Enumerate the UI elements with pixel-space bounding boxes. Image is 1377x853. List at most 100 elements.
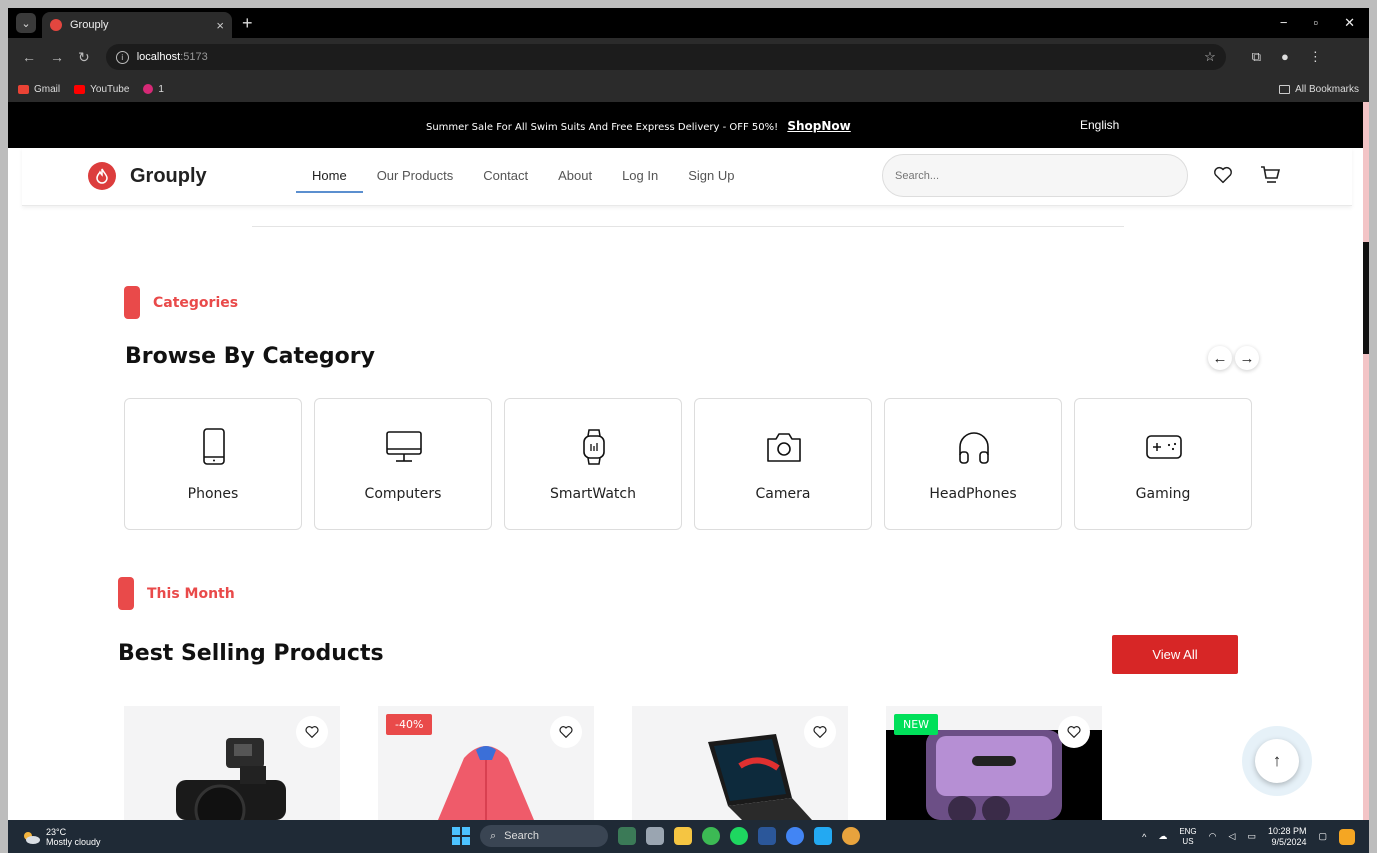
category-phones[interactable]: Phones <box>124 398 302 530</box>
promo-topbar: Summer Sale For All Swim Suits And Free … <box>8 102 1363 148</box>
system-tray: ^ ☁ ENG US ◠ ◁ ▭ 10:28 PM 9/5/2024 ▢ <box>1142 826 1369 848</box>
weather-widget[interactable]: 23°C Mostly cloudy <box>22 827 101 847</box>
page-viewport: Summer Sale For All Swim Suits And Free … <box>8 102 1369 820</box>
main-nav: Home Our Products Contact About Log In S… <box>296 168 764 193</box>
smartwatch-icon <box>583 429 605 465</box>
word-icon[interactable] <box>758 827 776 845</box>
taskbar-clock[interactable]: 10:28 PM 9/5/2024 <box>1268 826 1307 848</box>
product-card-iphone[interactable]: NEW <box>886 706 1102 820</box>
onedrive-icon[interactable]: ☁ <box>1158 831 1167 842</box>
restore-icon[interactable]: ▫ <box>1313 15 1318 31</box>
promo-banner: Summer Sale For All Swim Suits And Free … <box>426 119 851 133</box>
input-language[interactable]: ENG US <box>1179 827 1196 847</box>
browser-tab[interactable]: Grouply × <box>42 12 232 38</box>
language-selector[interactable]: English <box>1080 118 1119 132</box>
battery-icon[interactable]: ▭ <box>1247 831 1256 842</box>
bookmarks-bar: Gmail YouTube 1 All Bookmarks <box>8 76 1369 102</box>
widget-app-icon[interactable] <box>618 827 636 845</box>
vscode-icon[interactable] <box>814 827 832 845</box>
wifi-icon[interactable]: ◠ <box>1209 831 1217 842</box>
nav-sign-up[interactable]: Sign Up <box>688 168 734 183</box>
file-explorer-icon[interactable] <box>674 827 692 845</box>
tag-bar <box>124 286 140 319</box>
category-list: Phones Computers SmartWatch Camera HeadP… <box>124 398 1252 530</box>
promo-text: Summer Sale For All Swim Suits And Free … <box>426 122 779 133</box>
close-window-icon[interactable]: ✕ <box>1344 15 1355 31</box>
address-bar-row: ← → ↻ i localhost :5173 ☆ ⧉ ● ⋮ <box>8 38 1369 76</box>
forward-icon[interactable]: → <box>50 49 64 65</box>
site-info-icon[interactable]: i <box>115 50 129 64</box>
category-smartwatch[interactable]: SmartWatch <box>504 398 682 530</box>
scrollbar-thumb[interactable] <box>1363 242 1369 354</box>
profile-avatar-icon[interactable]: ● <box>1281 49 1289 65</box>
back-icon[interactable]: ← <box>22 49 36 65</box>
logo-icon[interactable] <box>88 162 116 190</box>
wishlist-heart-icon[interactable] <box>1058 716 1090 748</box>
logo-text[interactable]: Grouply <box>130 165 207 188</box>
reload-icon[interactable]: ↻ <box>78 49 90 66</box>
bookmark-instagram[interactable]: 1 <box>143 84 164 95</box>
category-computers[interactable]: Computers <box>314 398 492 530</box>
chevron-up-icon[interactable]: ^ <box>1142 832 1146 842</box>
chrome-profile-icon[interactable] <box>786 827 804 845</box>
category-camera[interactable]: Camera <box>694 398 872 530</box>
product-card-jacket[interactable]: -40% <box>378 706 594 820</box>
page-scrollbar[interactable] <box>1363 102 1369 820</box>
nav-our-products[interactable]: Our Products <box>377 168 454 183</box>
notification-icon[interactable]: ▢ <box>1318 831 1327 842</box>
nav-log-in[interactable]: Log In <box>622 168 658 183</box>
minimize-icon[interactable]: − <box>1280 15 1288 31</box>
chrome-icon[interactable] <box>702 827 720 845</box>
bookmark-gmail[interactable]: Gmail <box>18 84 60 95</box>
task-view-icon[interactable] <box>646 827 664 845</box>
wishlist-heart-icon[interactable] <box>804 716 836 748</box>
category-gaming[interactable]: Gaming <box>1074 398 1252 530</box>
product-card-laptop[interactable] <box>632 706 848 820</box>
nav-home[interactable]: Home <box>296 168 363 193</box>
weather-cloud-icon <box>24 831 40 844</box>
site-header: Grouply Home Our Products Contact About … <box>22 148 1352 206</box>
wishlist-heart-icon[interactable] <box>550 716 582 748</box>
wishlist-heart-icon[interactable] <box>1212 164 1234 186</box>
search-input[interactable] <box>882 154 1188 197</box>
bookmark-star-icon[interactable]: ☆ <box>1204 49 1216 65</box>
scroll-to-top-button[interactable]: ↑ <box>1242 726 1312 796</box>
wishlist-heart-icon[interactable] <box>296 716 328 748</box>
volume-icon[interactable]: ◁ <box>1229 831 1236 842</box>
windows-start-icon[interactable] <box>452 827 470 845</box>
gmail-icon <box>18 84 29 94</box>
new-badge: NEW <box>894 714 939 735</box>
product-card-camera[interactable] <box>124 706 340 820</box>
taskbar-search[interactable]: ⌕ Search <box>480 825 608 847</box>
chrome-menu-icon[interactable]: ⋮ <box>1309 49 1322 65</box>
close-tab-icon[interactable]: × <box>216 18 224 33</box>
next-arrow-icon[interactable]: → <box>1235 346 1259 370</box>
categories-tag: Categories <box>124 286 238 319</box>
prev-arrow-icon[interactable]: ← <box>1208 346 1232 370</box>
chrome-canary-icon[interactable] <box>842 827 860 845</box>
gamepad-icon <box>1146 435 1182 459</box>
copilot-icon[interactable] <box>1339 828 1355 845</box>
shop-now-link[interactable]: ShopNow <box>787 119 850 133</box>
tab-title: Grouply <box>70 19 109 31</box>
extensions-icon[interactable]: ⧉ <box>1252 49 1261 65</box>
nav-about[interactable]: About <box>558 168 592 183</box>
product-list: -40% NEW <box>124 706 1102 820</box>
bookmark-youtube[interactable]: YouTube <box>74 84 129 95</box>
folder-icon <box>1279 84 1291 94</box>
view-all-button[interactable]: View All <box>1112 635 1238 674</box>
spotify-icon[interactable] <box>730 827 748 845</box>
url-omnibox[interactable]: i localhost :5173 ☆ <box>105 44 1226 70</box>
camera-icon <box>767 433 801 462</box>
cart-icon[interactable] <box>1258 163 1282 187</box>
headphones-icon <box>959 432 989 464</box>
tab-search-dropdown-icon[interactable]: ⌄ <box>16 13 36 33</box>
category-headphones[interactable]: HeadPhones <box>884 398 1062 530</box>
nav-contact[interactable]: Contact <box>483 168 528 183</box>
phone-icon <box>203 428 225 465</box>
instagram-icon <box>143 84 154 94</box>
browser-tab-strip: ⌄ Grouply × + − ▫ ✕ <box>8 8 1369 38</box>
new-tab-icon[interactable]: + <box>242 13 253 34</box>
all-bookmarks[interactable]: All Bookmarks <box>1279 84 1359 95</box>
window-controls: − ▫ ✕ <box>1280 15 1369 31</box>
